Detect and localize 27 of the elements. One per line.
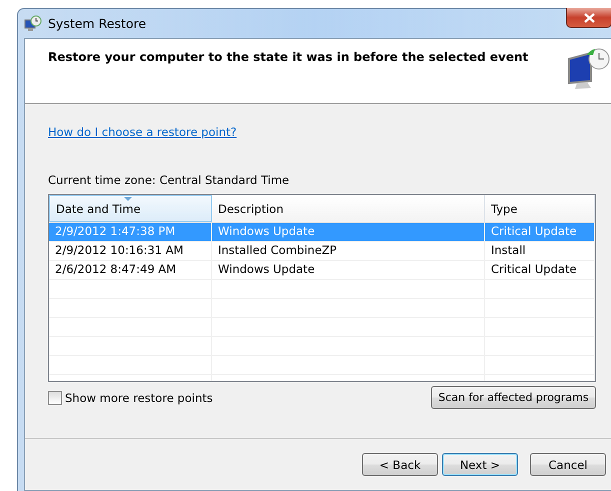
dialog-button[interactable]: Next > (442, 453, 518, 476)
scan-button[interactable]: Scan for affected programs (431, 386, 596, 409)
page-heading: Restore your computer to the state it was in before the selected event (48, 50, 528, 66)
window-title: System Restore (48, 16, 146, 31)
help-link[interactable]: How do I choose a restore point? (48, 125, 237, 139)
column-header[interactable]: Type (485, 195, 595, 222)
table-cell: 2/6/2012 8:47:49 AM (49, 261, 212, 279)
dialog-button[interactable]: Cancel (530, 453, 606, 476)
table-cell: Critical Update (485, 261, 595, 279)
column-header[interactable]: Date and Time (49, 195, 212, 222)
table-cell: 2/9/2012 10:16:31 AM (49, 242, 212, 260)
table-row[interactable]: 2/9/2012 10:16:31 AM Installed CombineZP Install (49, 242, 595, 261)
restore-computer-icon (24, 14, 42, 32)
table-cell: 2/9/2012 1:47:38 PM (49, 223, 212, 241)
table-cell: Install (485, 242, 595, 260)
table-cell: Windows Update (212, 223, 485, 241)
show-more-checkbox[interactable]: Show more restore points (48, 390, 213, 404)
table-cell: Critical Update (485, 223, 595, 241)
time-zone-label: Current time zone: Central Standard Time (48, 173, 290, 187)
close-button[interactable] (566, 8, 611, 28)
table-cell: Windows Update (212, 261, 485, 279)
column-header[interactable]: Description (212, 195, 485, 222)
close-icon (584, 12, 594, 22)
table-cell: Installed CombineZP (212, 242, 485, 260)
sort-arrow-icon (124, 197, 132, 201)
table-row[interactable]: 2/6/2012 8:47:49 AM Windows Update Critical Update (49, 261, 595, 280)
dialog-button[interactable]: < Back (362, 453, 438, 476)
